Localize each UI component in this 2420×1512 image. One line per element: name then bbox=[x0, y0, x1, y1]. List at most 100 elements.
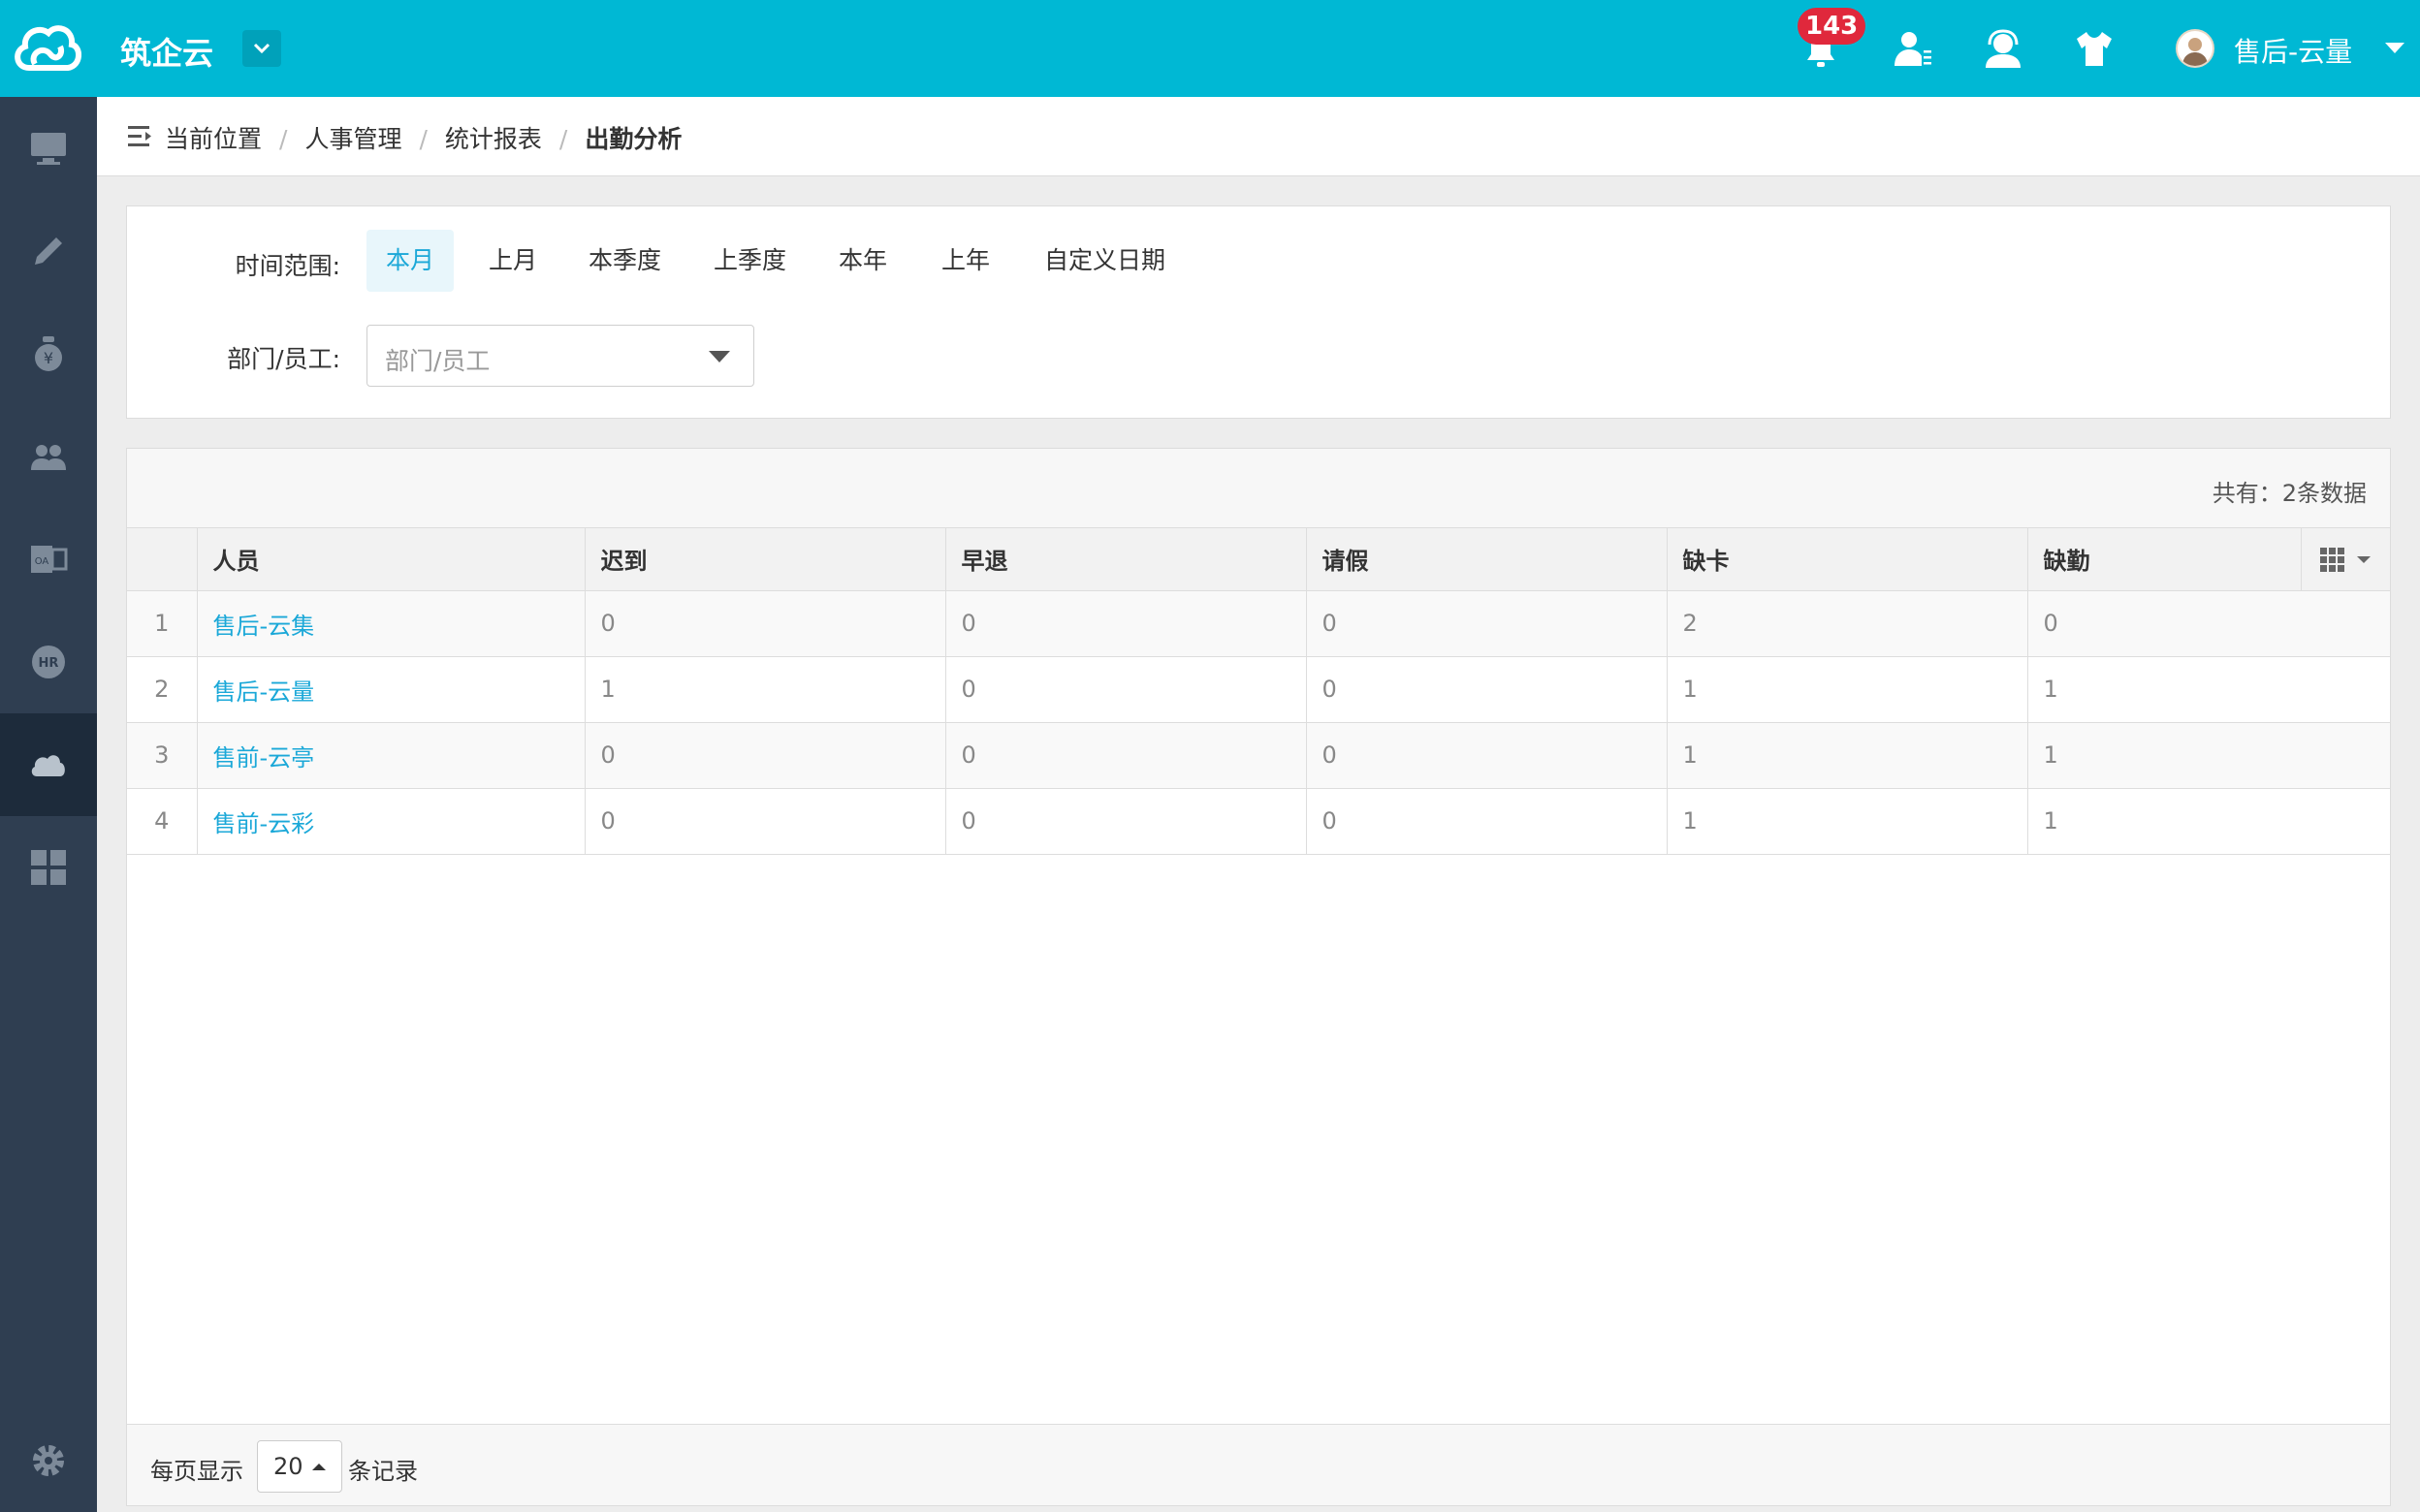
caret-down-icon bbox=[2385, 43, 2404, 53]
pencil-icon bbox=[35, 237, 62, 265]
column-leave[interactable]: 请假 bbox=[1306, 528, 1668, 591]
brand-dropdown-button[interactable] bbox=[242, 30, 281, 67]
settings-icon bbox=[33, 1445, 64, 1476]
range-last-year[interactable]: 上年 bbox=[922, 230, 1009, 292]
table-row: 1 售后-云集 0 0 0 2 0 bbox=[127, 590, 2391, 657]
top-bar: 筑企云 143 售后-云量 bbox=[0, 0, 2420, 97]
svg-text:OA: OA bbox=[35, 556, 49, 567]
dept-employee-select[interactable]: 部门/员工 bbox=[366, 325, 754, 387]
per-page-select[interactable]: 20 bbox=[257, 1440, 342, 1493]
svg-text:HR: HR bbox=[39, 656, 59, 671]
sidebar-item-finance[interactable]: ¥ bbox=[0, 302, 97, 405]
grid-icon bbox=[2320, 547, 2345, 572]
money-bag-icon: ¥ bbox=[35, 336, 62, 371]
person-cell: 售前-云彩 bbox=[197, 788, 586, 855]
dashboard-icon bbox=[31, 850, 66, 885]
column-person[interactable]: 人员 bbox=[197, 528, 586, 591]
sidebar-item-hr[interactable]: HR bbox=[0, 611, 97, 713]
missing-card-cell: 1 bbox=[1667, 788, 2028, 855]
column-missing-card[interactable]: 缺卡 bbox=[1667, 528, 2028, 591]
absent-cell: 1 bbox=[2027, 656, 2391, 723]
caret-up-icon bbox=[312, 1464, 326, 1470]
hr-icon: HR bbox=[32, 646, 65, 678]
early-leave-cell: 0 bbox=[945, 590, 1307, 657]
support-icon[interactable] bbox=[1982, 27, 2024, 70]
brand-name[interactable]: 筑企云 bbox=[120, 29, 213, 74]
column-chooser-button[interactable] bbox=[2301, 528, 2390, 591]
breadcrumb-separator: / bbox=[419, 125, 428, 153]
leave-cell: 0 bbox=[1306, 656, 1668, 723]
sidebar-item-office[interactable]: OA bbox=[0, 508, 97, 611]
late-cell: 1 bbox=[585, 656, 946, 723]
leave-cell: 0 bbox=[1306, 722, 1668, 789]
breadcrumb-separator: / bbox=[279, 125, 288, 153]
attendance-table: 人员 迟到 早退 请假 缺卡 缺勤 1 售后-云集 0 0 0 2 0 2 售后… bbox=[127, 528, 2391, 855]
column-absent[interactable]: 缺勤 bbox=[2027, 528, 2302, 591]
missing-card-cell: 1 bbox=[1667, 722, 2028, 789]
column-late[interactable]: 迟到 bbox=[585, 528, 946, 591]
chevron-down-icon bbox=[253, 43, 271, 54]
sidebar-item-settings[interactable] bbox=[0, 1409, 97, 1512]
person-link[interactable]: 售前-云彩 bbox=[213, 810, 315, 837]
breadcrumb-hr[interactable]: 人事管理 bbox=[304, 120, 401, 155]
person-cell: 售后-云量 bbox=[197, 656, 586, 723]
time-range-label: 时间范围: bbox=[235, 252, 340, 280]
breadcrumb-current: 出勤分析 bbox=[585, 125, 683, 153]
table-toolbar: 共有：2条数据 bbox=[127, 449, 2390, 528]
shirt-icon[interactable] bbox=[2073, 27, 2116, 70]
late-cell: 0 bbox=[585, 590, 946, 657]
menu-fold-icon[interactable] bbox=[128, 124, 153, 147]
leave-cell: 0 bbox=[1306, 788, 1668, 855]
range-last-month[interactable]: 上月 bbox=[469, 230, 557, 292]
cloud-logo-icon[interactable] bbox=[10, 16, 83, 81]
row-index: 2 bbox=[127, 656, 198, 723]
sidebar-item-edit[interactable] bbox=[0, 200, 97, 302]
records-label: 条记录 bbox=[348, 1458, 418, 1485]
person-cell: 售后-云集 bbox=[197, 590, 586, 657]
contact-icon[interactable] bbox=[1891, 27, 1933, 70]
sidebar-item-dashboard[interactable] bbox=[0, 816, 97, 919]
missing-card-cell: 1 bbox=[1667, 656, 2028, 723]
user-name: 售后-云量 bbox=[2234, 36, 2353, 68]
early-leave-cell: 0 bbox=[945, 788, 1307, 855]
cloud-icon bbox=[31, 755, 65, 776]
table-row: 2 售后-云量 1 0 0 1 1 bbox=[127, 656, 2391, 723]
person-link[interactable]: 售后-云量 bbox=[213, 678, 315, 706]
attendance-table-panel: 共有：2条数据 人员 迟到 早退 请假 缺卡 缺勤 1 售后-云集 0 0 0 … bbox=[126, 448, 2391, 1506]
absent-cell: 1 bbox=[2027, 788, 2391, 855]
absent-cell: 0 bbox=[2027, 590, 2391, 657]
per-page-value: 20 bbox=[273, 1453, 303, 1480]
person-link[interactable]: 售后-云集 bbox=[213, 613, 315, 640]
breadcrumb-reports[interactable]: 统计报表 bbox=[445, 120, 542, 155]
office-icon: OA bbox=[31, 546, 68, 573]
person-cell: 售前-云亭 bbox=[197, 722, 586, 789]
early-leave-cell: 0 bbox=[945, 722, 1307, 789]
leave-cell: 0 bbox=[1306, 590, 1668, 657]
breadcrumb: 当前位置 / 人事管理 / 统计报表 / 出勤分析 bbox=[97, 97, 2420, 176]
absent-cell: 1 bbox=[2027, 722, 2391, 789]
range-custom-date[interactable]: 自定义日期 bbox=[1025, 230, 1185, 292]
range-this-quarter[interactable]: 本季度 bbox=[569, 230, 681, 292]
total-count: 共有：2条数据 bbox=[2212, 480, 2367, 507]
range-this-month[interactable]: 本月 bbox=[366, 230, 455, 292]
per-page-label: 每页显示 bbox=[150, 1458, 243, 1485]
column-early-leave[interactable]: 早退 bbox=[945, 528, 1307, 591]
notification-badge: 143 bbox=[1798, 8, 1866, 45]
sidebar-item-desktop[interactable] bbox=[0, 97, 97, 200]
person-link[interactable]: 售前-云亭 bbox=[213, 744, 315, 772]
range-last-quarter[interactable]: 上季度 bbox=[694, 230, 806, 292]
sidebar-item-users[interactable] bbox=[0, 405, 97, 508]
early-leave-cell: 0 bbox=[945, 656, 1307, 723]
breadcrumb-separator: / bbox=[558, 125, 568, 153]
range-this-year[interactable]: 本年 bbox=[819, 230, 907, 292]
late-cell: 0 bbox=[585, 722, 946, 789]
monitor-icon bbox=[31, 133, 66, 165]
sidebar: ¥ OA HR bbox=[0, 97, 97, 1512]
row-index: 3 bbox=[127, 722, 198, 789]
dept-employee-label: 部门/员工: bbox=[227, 345, 340, 373]
table-row: 3 售前-云亭 0 0 0 1 1 bbox=[127, 722, 2391, 789]
sidebar-item-cloud[interactable] bbox=[0, 713, 97, 816]
table-header-row: 人员 迟到 早退 请假 缺卡 缺勤 bbox=[127, 528, 2390, 591]
column-index bbox=[127, 528, 198, 591]
breadcrumb-location: 当前位置 bbox=[165, 125, 263, 153]
